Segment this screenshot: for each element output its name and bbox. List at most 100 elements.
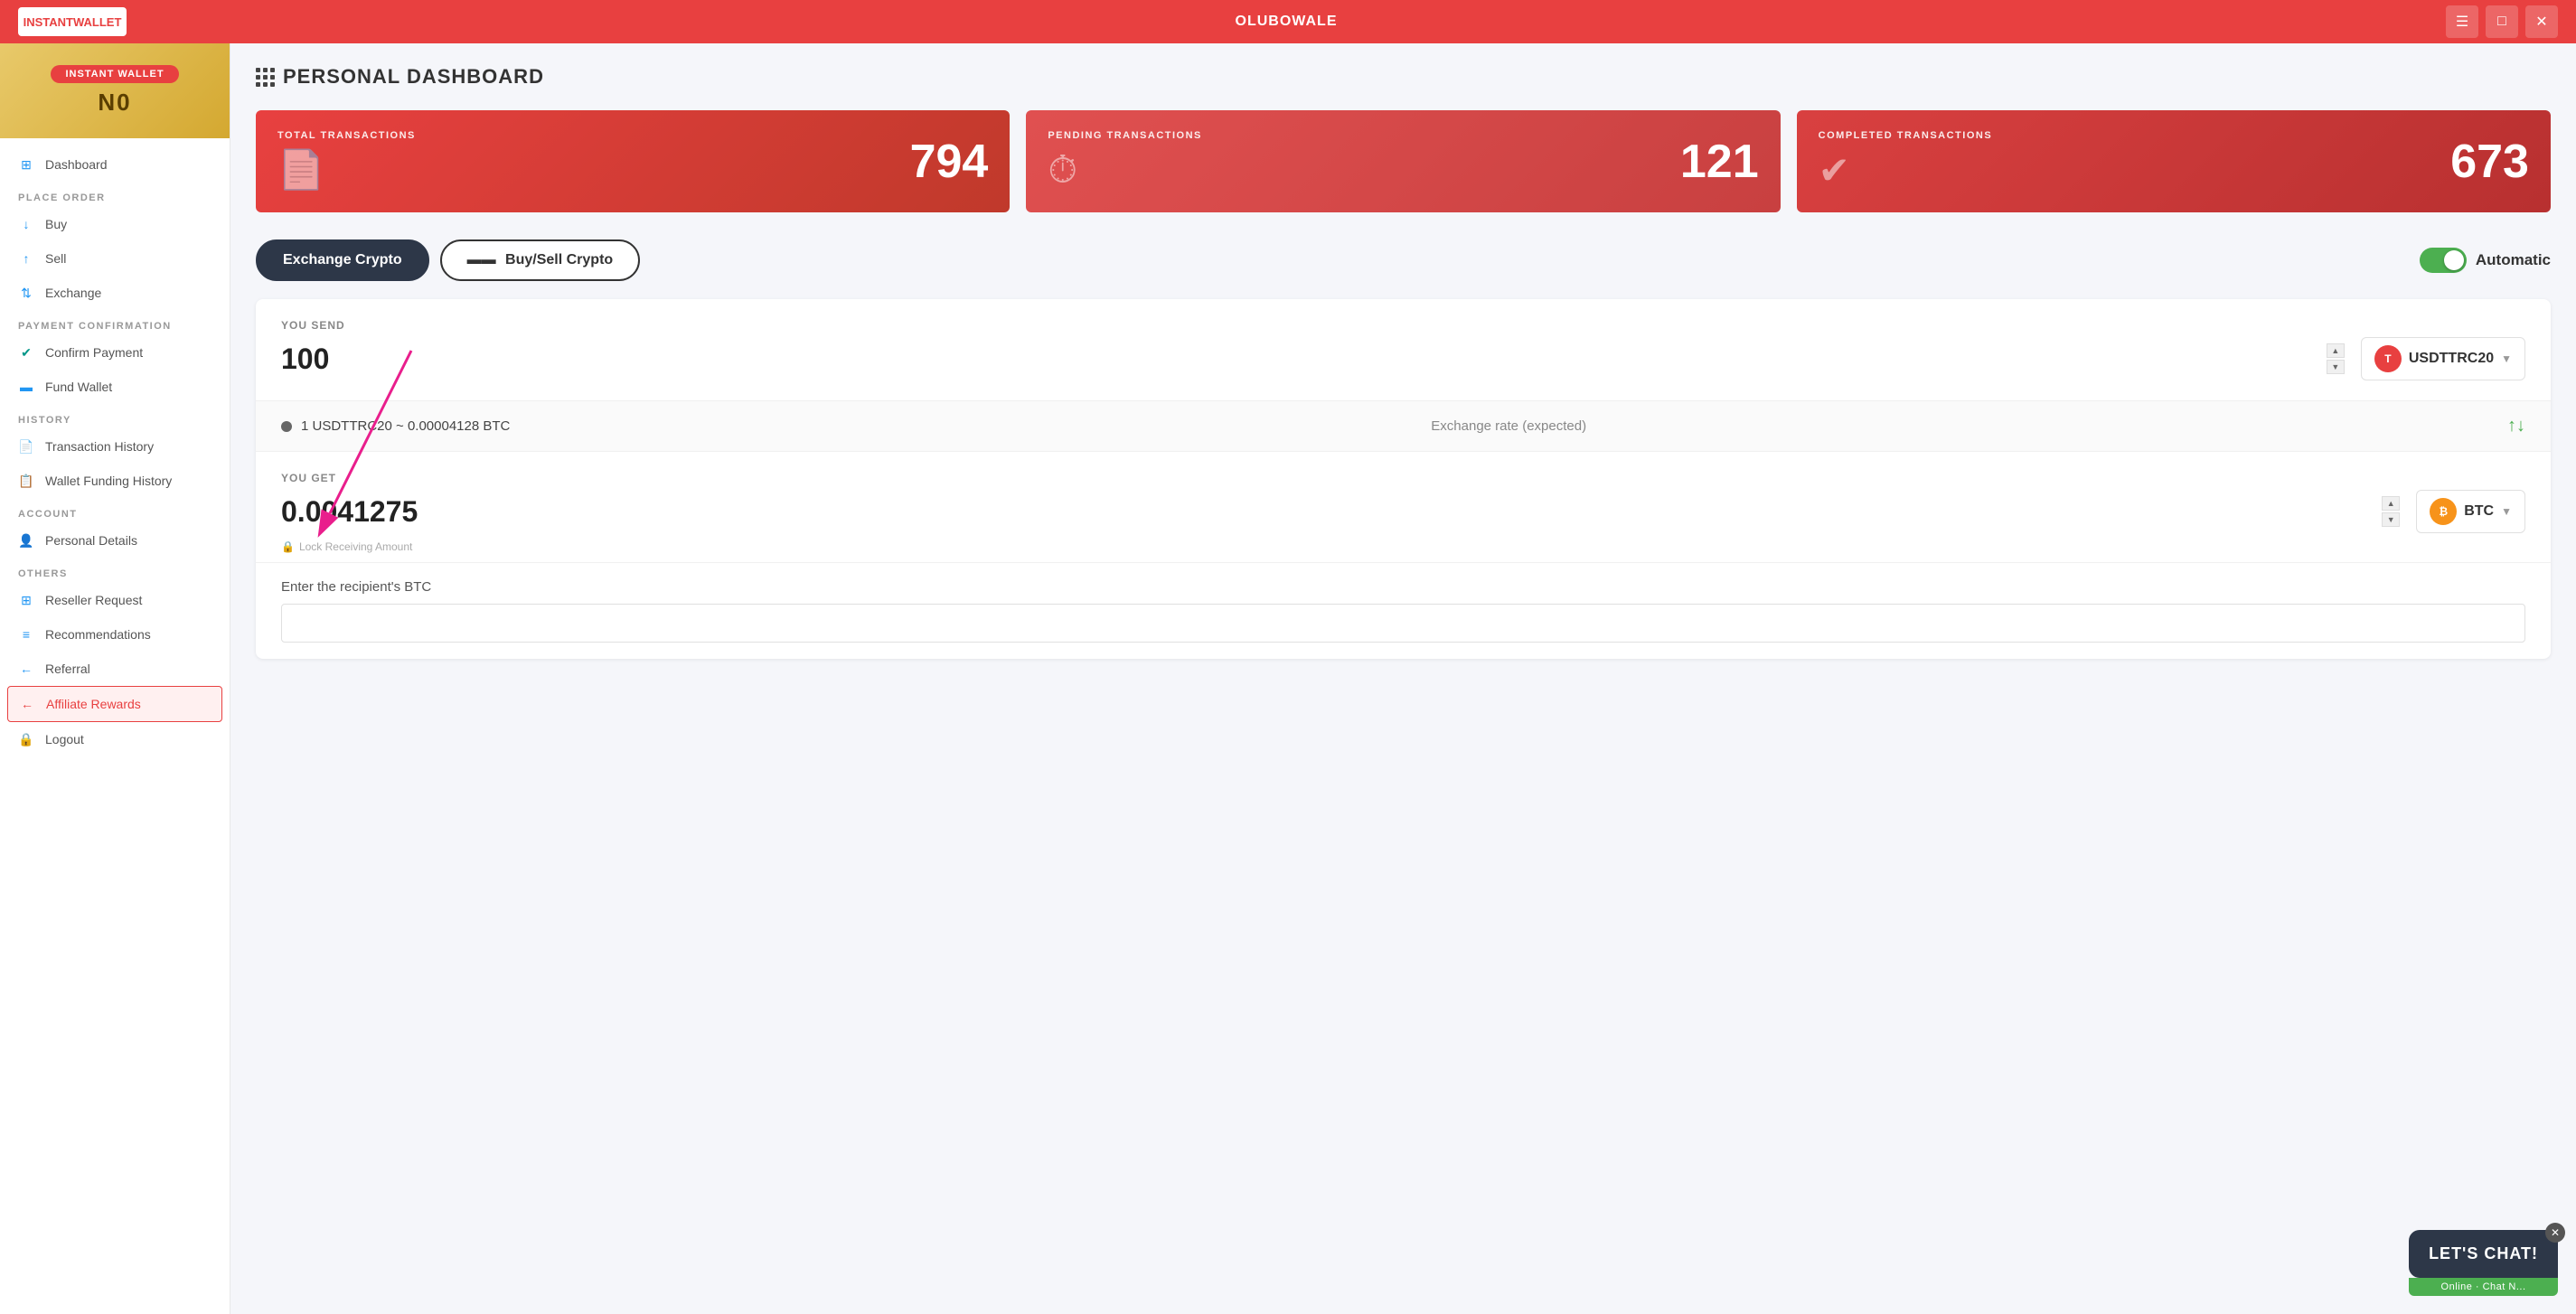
stat-card-left-completed: COMPLETED TRANSACTIONS ✔	[1819, 130, 1993, 192]
stat-icon-total: 📄	[277, 148, 416, 192]
you-get-input-row: 0.0041275 ▲ ▼ ₿ BTC ▼	[281, 490, 2525, 533]
rate-text: 1 USDTTRC20 ~ 0.00004128 BTC	[301, 418, 510, 434]
exchange-card: YOU SEND 100 ▲ ▼ T USDTTRC20 ▼	[256, 299, 2551, 659]
sidebar-item-label-wallet-funding-history: Wallet Funding History	[45, 474, 172, 488]
sidebar-item-transaction-history[interactable]: 📄 Transaction History	[0, 429, 230, 464]
you-send-value: 100	[281, 343, 329, 376]
get-currency-chevron: ▼	[2501, 505, 2512, 518]
sidebar-item-label-confirm-payment: Confirm Payment	[45, 345, 143, 360]
get-currency-selector[interactable]: ₿ BTC ▼	[2416, 490, 2525, 533]
chat-widget: ✕ LET'S CHAT! Online · Chat N...	[2409, 1230, 2558, 1296]
sidebar-nav: ⊞ Dashboard PLACE ORDER ↓ Buy ↑ Sell ⇅ E…	[0, 138, 230, 765]
sidebar-item-personal-details[interactable]: 👤 Personal Details	[0, 523, 230, 558]
wallet-banner: INSTANT WALLET N0	[0, 43, 230, 138]
you-get-label: YOU GET	[281, 472, 2525, 484]
stat-card-left-pending: PENDING TRANSACTIONS ⏱	[1048, 130, 1202, 192]
sidebar-item-label-sell: Sell	[45, 251, 66, 266]
rate-label: Exchange rate (expected)	[1431, 418, 1586, 434]
page-title-bar: PERSONAL DASHBOARD	[256, 65, 2551, 89]
sidebar-item-label-personal-details: Personal Details	[45, 533, 137, 548]
stat-card-left-total: TOTAL TRANSACTIONS 📄	[277, 130, 416, 192]
send-currency-name: USDTTRC20	[2409, 351, 2494, 367]
stat-value-completed: 673	[2450, 135, 2529, 189]
sidebar-item-label-exchange: Exchange	[45, 286, 101, 300]
topbar: INSTANTWALLET OLUBOWALE ☰ □ ✕	[0, 0, 2576, 43]
page-title: PERSONAL DASHBOARD	[283, 65, 544, 89]
sidebar-item-label-affiliate-rewards: Affiliate Rewards	[46, 697, 141, 711]
get-spin-up[interactable]: ▲	[2382, 496, 2400, 511]
topbar-btn-1[interactable]: ☰	[2446, 5, 2478, 38]
sidebar-item-referral[interactable]: ← Referral	[0, 652, 230, 686]
section-label-payment: PAYMENT CONFIRMATION	[0, 310, 230, 335]
logo: INSTANTWALLET	[18, 7, 127, 36]
sidebar-item-confirm-payment[interactable]: ✔ Confirm Payment	[0, 335, 230, 370]
stat-icon-pending: ⏱	[1048, 148, 1202, 192]
topbar-btn-3[interactable]: ✕	[2525, 5, 2558, 38]
recipient-label: Enter the recipient's BTC	[281, 579, 2525, 595]
stat-card-completed: COMPLETED TRANSACTIONS ✔ 673	[1797, 110, 2551, 212]
sidebar-item-label-buy: Buy	[45, 217, 67, 231]
tab-row: Exchange Crypto ▬▬ Buy/Sell Crypto Autom…	[256, 239, 2551, 281]
personal-details-icon: 👤	[18, 532, 34, 549]
sidebar-item-affiliate-rewards[interactable]: ← Affiliate Rewards	[7, 686, 222, 722]
spin-up[interactable]: ▲	[2327, 343, 2345, 358]
sidebar-item-buy[interactable]: ↓ Buy	[0, 207, 230, 241]
you-send-input-row: 100 ▲ ▼ T USDTTRC20 ▼	[281, 337, 2525, 380]
sidebar-item-exchange[interactable]: ⇅ Exchange	[0, 276, 230, 310]
rate-dot	[281, 421, 292, 432]
section-label-account: ACCOUNT	[0, 498, 230, 523]
stat-icon-completed: ✔	[1819, 148, 1993, 192]
reseller-request-icon: ⊞	[18, 592, 34, 608]
exchange-icon: ⇅	[18, 285, 34, 301]
rate-row: 1 USDTTRC20 ~ 0.00004128 BTC Exchange ra…	[256, 401, 2551, 452]
sidebar-item-label-reseller-request: Reseller Request	[45, 593, 142, 607]
send-spinners: ▲ ▼	[2327, 343, 2345, 374]
sidebar-item-label-recommendations: Recommendations	[45, 627, 151, 642]
you-send-label: YOU SEND	[281, 319, 2525, 332]
stat-label-pending: PENDING TRANSACTIONS	[1048, 130, 1202, 141]
section-label-place-order: PLACE ORDER	[0, 182, 230, 207]
send-currency-selector[interactable]: T USDTTRC20 ▼	[2361, 337, 2525, 380]
sidebar-item-label-logout: Logout	[45, 732, 84, 746]
stats-row: TOTAL TRANSACTIONS 📄 794 PENDING TRANSAC…	[256, 110, 2551, 212]
section-label-others: OTHERS	[0, 558, 230, 583]
stat-value-total: 794	[910, 135, 989, 189]
card-icon: ▬▬	[467, 252, 496, 267]
recipient-section: Enter the recipient's BTC	[256, 563, 2551, 659]
dashboard-icon: ⊞	[18, 156, 34, 173]
grid-icon	[256, 68, 274, 87]
sidebar-item-reseller-request[interactable]: ⊞ Reseller Request	[0, 583, 230, 617]
tab-buy-sell-crypto[interactable]: ▬▬ Buy/Sell Crypto	[440, 239, 641, 281]
sidebar-item-wallet-funding-history[interactable]: 📋 Wallet Funding History	[0, 464, 230, 498]
spin-down[interactable]: ▼	[2327, 360, 2345, 374]
lock-icon: 🔒	[281, 540, 295, 553]
wallet-no: N0	[98, 89, 131, 117]
tab-exchange-crypto[interactable]: Exchange Crypto	[256, 239, 429, 281]
stat-label-completed: COMPLETED TRANSACTIONS	[1819, 130, 1993, 141]
recipient-input[interactable]	[281, 604, 2525, 643]
sidebar-item-sell[interactable]: ↑ Sell	[0, 241, 230, 276]
sidebar-item-label-fund-wallet: Fund Wallet	[45, 380, 112, 394]
chat-online-status: Online · Chat N...	[2409, 1278, 2558, 1296]
logout-icon: 🔒	[18, 731, 34, 747]
sidebar-item-recommendations[interactable]: ≡ Recommendations	[0, 617, 230, 652]
chat-button[interactable]: LET'S CHAT!	[2409, 1230, 2558, 1278]
get-spin-down[interactable]: ▼	[2382, 512, 2400, 527]
toggle-knob	[2444, 250, 2464, 270]
fund-wallet-icon: ▬	[18, 379, 34, 395]
you-get-section: YOU GET 0.0041275 ▲ ▼ ₿ BTC ▼	[256, 452, 2551, 563]
sidebar-item-fund-wallet[interactable]: ▬ Fund Wallet	[0, 370, 230, 404]
rate-left: 1 USDTTRC20 ~ 0.00004128 BTC	[281, 418, 510, 434]
transaction-history-icon: 📄	[18, 438, 34, 455]
auto-toggle-area: Automatic	[2420, 248, 2551, 273]
auto-toggle-switch[interactable]	[2420, 248, 2467, 273]
confirm-payment-icon: ✔	[18, 344, 34, 361]
chat-close-button[interactable]: ✕	[2545, 1223, 2565, 1243]
sidebar-item-logout[interactable]: 🔒 Logout	[0, 722, 230, 756]
section-label-history: HISTORY	[0, 404, 230, 429]
sidebar-item-dashboard[interactable]: ⊞ Dashboard	[0, 147, 230, 182]
referral-icon: ←	[18, 661, 34, 677]
get-spinners: ▲ ▼	[2382, 496, 2400, 527]
topbar-btn-2[interactable]: □	[2486, 5, 2518, 38]
get-currency-icon: ₿	[2430, 498, 2457, 525]
